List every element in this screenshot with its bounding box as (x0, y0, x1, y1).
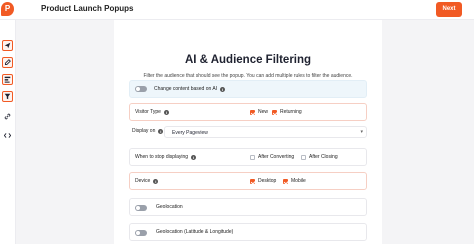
geolocation-toggle[interactable] (135, 205, 147, 211)
geolocation-label: Geolocation (156, 204, 183, 210)
pen-icon[interactable] (2, 57, 13, 68)
info-icon: i (153, 178, 159, 184)
display-on-label: Display on (132, 128, 156, 134)
device-row: Device i Desktop Mobile (129, 172, 367, 190)
checkbox-checked-icon[interactable] (250, 178, 255, 184)
section-heading: AI & Audience Filtering (184, 54, 312, 66)
new-label: New (258, 109, 269, 115)
after-closing-checkbox[interactable]: After Closing (301, 154, 338, 160)
after-closing-label: After Closing (309, 154, 338, 160)
geolocation-latlng-toggle[interactable] (135, 230, 147, 236)
display-on-value: Every Pageview (172, 130, 208, 136)
layout-icon[interactable] (2, 74, 13, 85)
send-icon[interactable] (2, 40, 13, 51)
display-on-select[interactable]: Every Pageview ▾ (164, 126, 367, 138)
code-icon[interactable] (2, 130, 13, 141)
returning-label: Returning (280, 109, 302, 115)
link-icon[interactable] (2, 111, 13, 122)
geolocation-latlng-label: Geolocation (Latitude & Longitude) (156, 229, 234, 235)
visitor-type-label: Visitor Type (135, 109, 161, 115)
funnel-icon[interactable] (2, 91, 13, 102)
checkbox-icon[interactable] (250, 154, 255, 160)
checkbox-checked-icon[interactable] (250, 109, 255, 115)
geolocation-row: Geolocation (129, 198, 367, 216)
ai-toggle[interactable] (135, 86, 147, 92)
top-bar: P Product Launch Popups Next (0, 0, 474, 20)
page-title: Product Launch Popups (41, 4, 134, 13)
ai-label: Change content based on AI (154, 86, 218, 92)
checkbox-checked-icon[interactable] (283, 178, 288, 184)
info-icon: i (163, 109, 169, 115)
device-label: Device (135, 178, 151, 184)
after-converting-checkbox[interactable]: After Converting (250, 154, 294, 160)
chevron-down-icon: ▾ (360, 129, 363, 135)
info-icon: i (220, 86, 226, 92)
checkbox-checked-icon[interactable] (272, 109, 277, 115)
geolocation-latlng-row: Geolocation (Latitude & Longitude) (129, 223, 367, 241)
ai-rule-row: Change content based on AI i (129, 80, 367, 98)
sidebar (0, 20, 16, 244)
desktop-checkbox[interactable]: Desktop (250, 178, 276, 184)
mobile-checkbox[interactable]: Mobile (283, 178, 306, 184)
section-subtitle: Filter the audience that should see the … (143, 73, 353, 79)
new-checkbox[interactable]: New (250, 109, 268, 115)
stop-displaying-label: When to stop displaying (135, 154, 189, 160)
stop-displaying-row: When to stop displaying i After Converti… (129, 148, 367, 166)
after-converting-label: After Converting (258, 154, 295, 160)
next-button[interactable]: Next (436, 2, 462, 17)
info-icon: i (191, 154, 197, 160)
checkbox-icon[interactable] (301, 154, 306, 160)
visitor-type-row: Visitor Type i New Returning (129, 103, 367, 121)
info-icon: i (158, 128, 164, 134)
returning-checkbox[interactable]: Returning (272, 109, 302, 115)
app-logo: P (1, 2, 14, 16)
mobile-label: Mobile (291, 178, 306, 184)
desktop-label: Desktop (258, 178, 277, 184)
